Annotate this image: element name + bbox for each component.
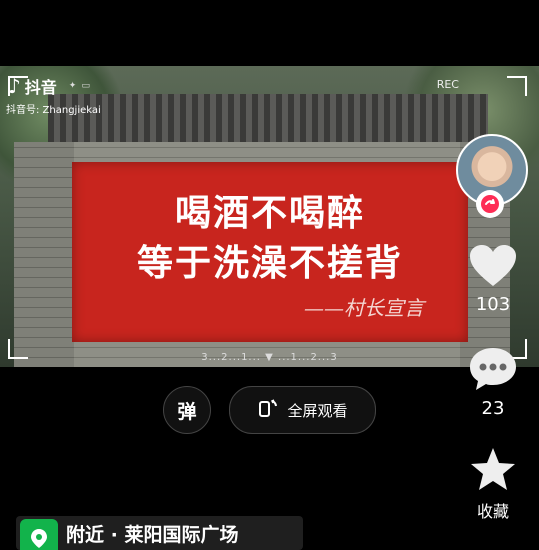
tiktok-icon: ♪ [8, 74, 21, 98]
author-avatar[interactable] [456, 134, 528, 218]
location-label: 附近 · 莱阳国际广场 [66, 523, 239, 546]
wall-roof [48, 94, 488, 148]
comment-count: 23 [481, 398, 505, 419]
danmu-label: 弹 [177, 400, 197, 423]
danmu-button[interactable]: 弹 [163, 386, 211, 434]
red-banner: 喝酒不喝醉 等于洗澡不搓背 ——村长宣言 [72, 162, 468, 342]
like-button[interactable]: 103 [463, 244, 523, 315]
fullscreen-button[interactable]: 全屏观看 [229, 386, 376, 434]
battery-icon: ✦ ▭ [68, 81, 91, 91]
signature: ——村长宣言 [304, 296, 424, 320]
fullscreen-label: 全屏观看 [287, 401, 348, 420]
camera-frame-corner [507, 76, 527, 96]
comment-icon [470, 348, 516, 390]
wall-pillar-left [14, 142, 74, 367]
rec-label: REC [436, 78, 459, 91]
favorite-label: 收藏 [476, 502, 509, 521]
fullscreen-icon [257, 397, 279, 423]
comment-button[interactable]: 23 [463, 346, 523, 419]
follow-icon[interactable] [476, 190, 504, 218]
account-id: 抖音号: Zhangjiekai [6, 105, 101, 116]
app-logo: ♪ 抖音 ✦ ▭ [8, 74, 91, 98]
star-icon [471, 448, 515, 490]
slogan-line-1: 喝酒不喝醉 [174, 193, 365, 234]
heart-icon [470, 245, 516, 286]
countdown-overlay: 3...2...1... ▼ ...1...2...3 [201, 352, 338, 363]
favorite-button[interactable]: 收藏 [463, 446, 523, 522]
logo-text: 抖音 [24, 78, 57, 97]
location-icon [20, 519, 58, 550]
location-tag[interactable]: 附近 · 莱阳国际广场 [16, 516, 303, 550]
slogan-line-2: 等于洗澡不搓背 [136, 243, 403, 284]
like-count: 103 [475, 294, 511, 315]
